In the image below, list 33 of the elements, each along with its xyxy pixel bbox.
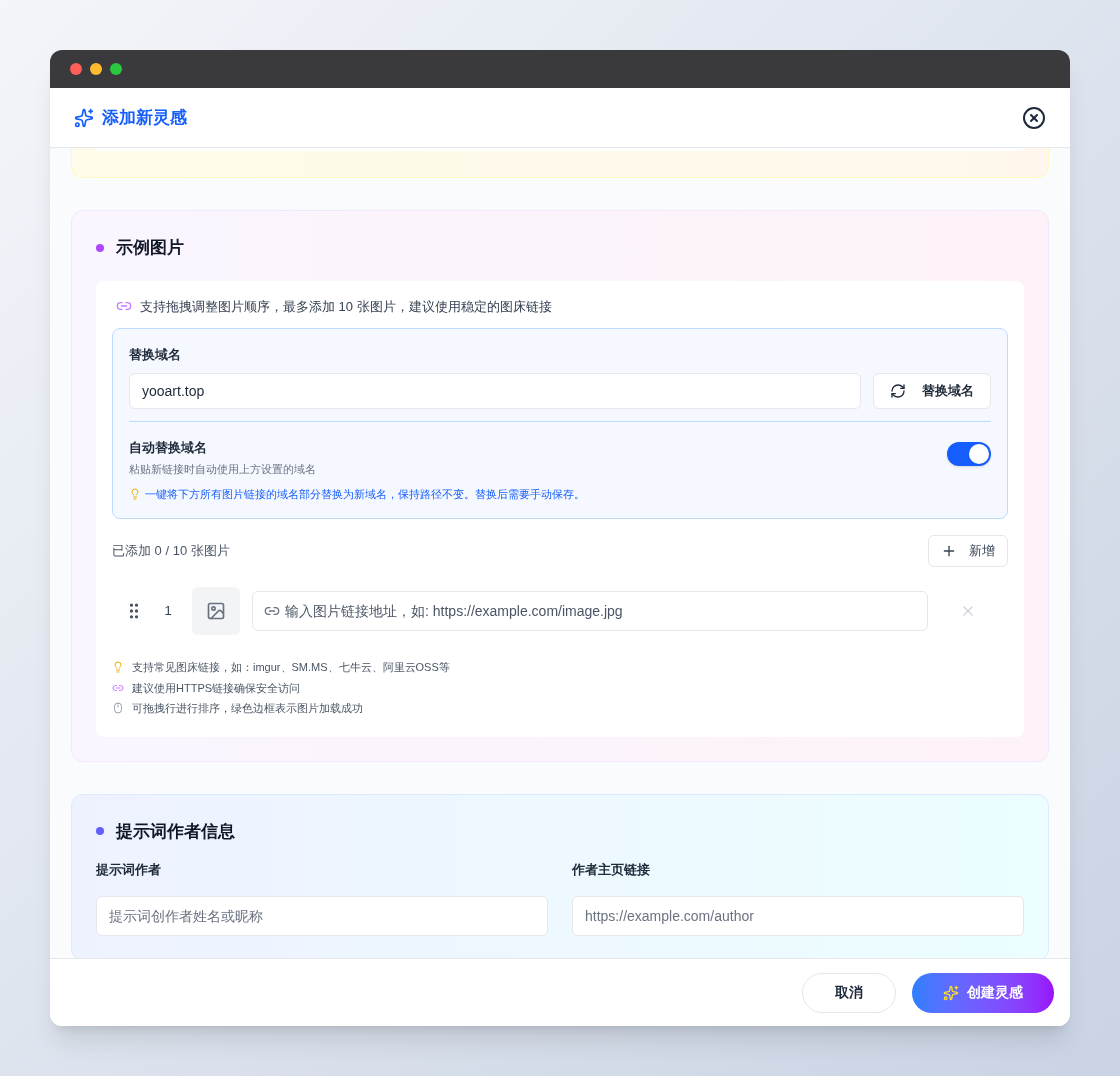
field-label: 作者主页链接 bbox=[572, 861, 651, 879]
cancel-button[interactable]: 取消 bbox=[802, 972, 896, 1013]
sparkle-icon bbox=[74, 107, 94, 128]
setting-description: 粘贴新链接时自动使用上方设置的域名 bbox=[129, 462, 317, 477]
tip-text: 可拖拽行进行排序，绿色边框表示图片加载成功 bbox=[132, 701, 363, 716]
hint-text: 支持拖拽调整图片顺序，最多添加 10 张图片，建议使用稳定的图床链接 bbox=[140, 297, 552, 316]
domain-input[interactable]: yooart.top bbox=[129, 372, 861, 409]
section-title: 提示词作者信息 bbox=[116, 820, 235, 843]
section-title: 示例图片 bbox=[116, 237, 184, 259]
lightbulb-icon bbox=[112, 661, 124, 674]
field-label: 提示词作者 bbox=[96, 861, 162, 879]
tip-text: 建议使用HTTPS链接确保安全访问 bbox=[132, 680, 301, 696]
toggle-switch[interactable] bbox=[947, 441, 991, 466]
sparkle-icon bbox=[943, 984, 959, 1001]
setting-label: 自动替换域名 bbox=[129, 438, 208, 457]
text-input[interactable]: https://example.com/author bbox=[572, 895, 1024, 936]
row-number: 1 bbox=[163, 602, 173, 621]
dialog-title: 添加新灵感 bbox=[102, 106, 187, 129]
field-label: 替换域名 bbox=[129, 346, 182, 364]
lightbulb-icon bbox=[129, 487, 141, 500]
plus-icon bbox=[941, 543, 957, 559]
add-button[interactable]: 新增 bbox=[928, 535, 1008, 567]
refresh-icon bbox=[890, 382, 906, 399]
close-icon[interactable] bbox=[1022, 105, 1046, 130]
text-input[interactable]: 提示词创作者姓名或昵称 bbox=[96, 895, 548, 936]
image-url-input[interactable]: 输入图片链接地址，如: https://example.com/image.jpg bbox=[252, 591, 928, 631]
replace-domain-button[interactable]: 替换域名 bbox=[873, 372, 991, 409]
image-icon bbox=[206, 601, 226, 621]
tip-text: 支持常见图床链接，如：imgur、SM.MS、七牛云、阿里云OSS等 bbox=[132, 660, 450, 675]
mouse-icon bbox=[112, 702, 124, 715]
note-text: 一键将下方所有图片链接的域名部分替换为新域名，保持路径不变。替换后需要手动保存。 bbox=[145, 486, 585, 502]
create-button[interactable]: 创建灵感 bbox=[912, 972, 1054, 1013]
image-count: 已添加 0 / 10 张图片 bbox=[112, 542, 230, 561]
